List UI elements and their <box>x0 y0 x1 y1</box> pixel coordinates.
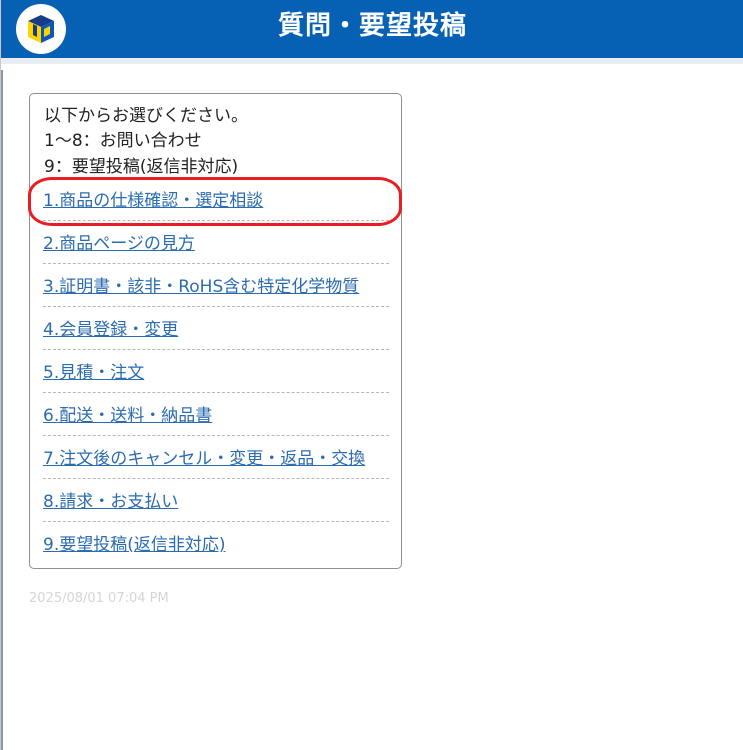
menu-item-delivery[interactable]: 6.配送・送料・納品書 <box>43 393 389 436</box>
menu-item-certificates[interactable]: 3.証明書・該非・RoHS含む特定化学物質 <box>43 264 389 307</box>
menu-link[interactable]: 2.商品ページの見方 <box>43 229 195 254</box>
intro-line: 以下からお選びください。 <box>44 106 248 126</box>
left-edge-divider <box>1 70 3 750</box>
chat-window: 質問・要望投稿 以下からお選びください。 1～8：お問い合わせ 9：要望投稿(返… <box>0 0 743 750</box>
menu-link[interactable]: 7.注文後のキャンセル・変更・返品・交換 <box>43 444 365 469</box>
menu-link[interactable]: 4.会員登録・変更 <box>43 315 178 340</box>
menu-link[interactable]: 9.要望投稿(返信非対応) <box>43 530 225 555</box>
menu-item-billing[interactable]: 8.請求・お支払い <box>43 479 389 522</box>
menu-link[interactable]: 3.証明書・該非・RoHS含む特定化学物質 <box>43 272 359 297</box>
menu-item-cancel-return[interactable]: 7.注文後のキャンセル・変更・返品・交換 <box>43 436 389 479</box>
menu-item-product-page-guide[interactable]: 2.商品ページの見方 <box>43 221 389 264</box>
menu-link[interactable]: 6.配送・送料・納品書 <box>43 401 212 426</box>
header-bar: 質問・要望投稿 <box>1 0 743 64</box>
menu-item-spec-consultation[interactable]: 1.商品の仕様確認・選定相談 <box>43 178 389 221</box>
menu-link[interactable]: 1.商品の仕様確認・選定相談 <box>43 186 263 211</box>
menu-link[interactable]: 5.見積・注文 <box>43 358 144 383</box>
menu-link[interactable]: 8.請求・お支払い <box>43 487 178 512</box>
menu-card: 以下からお選びください。 1～8：お問い合わせ 9：要望投稿(返信非対応) 1.… <box>29 93 402 569</box>
page-title: 質問・要望投稿 <box>277 11 467 41</box>
menu-item-quote-order[interactable]: 5.見積・注文 <box>43 350 389 393</box>
message-timestamp: 2025/08/01 07:04 PM <box>29 591 169 606</box>
menu-item-request[interactable]: 9.要望投稿(返信非対応) <box>43 522 389 565</box>
intro-line: 9：要望投稿(返信非対応) <box>44 157 239 177</box>
menu-item-membership[interactable]: 4.会員登録・変更 <box>43 307 389 350</box>
intro-line: 1～8：お問い合わせ <box>44 131 202 151</box>
